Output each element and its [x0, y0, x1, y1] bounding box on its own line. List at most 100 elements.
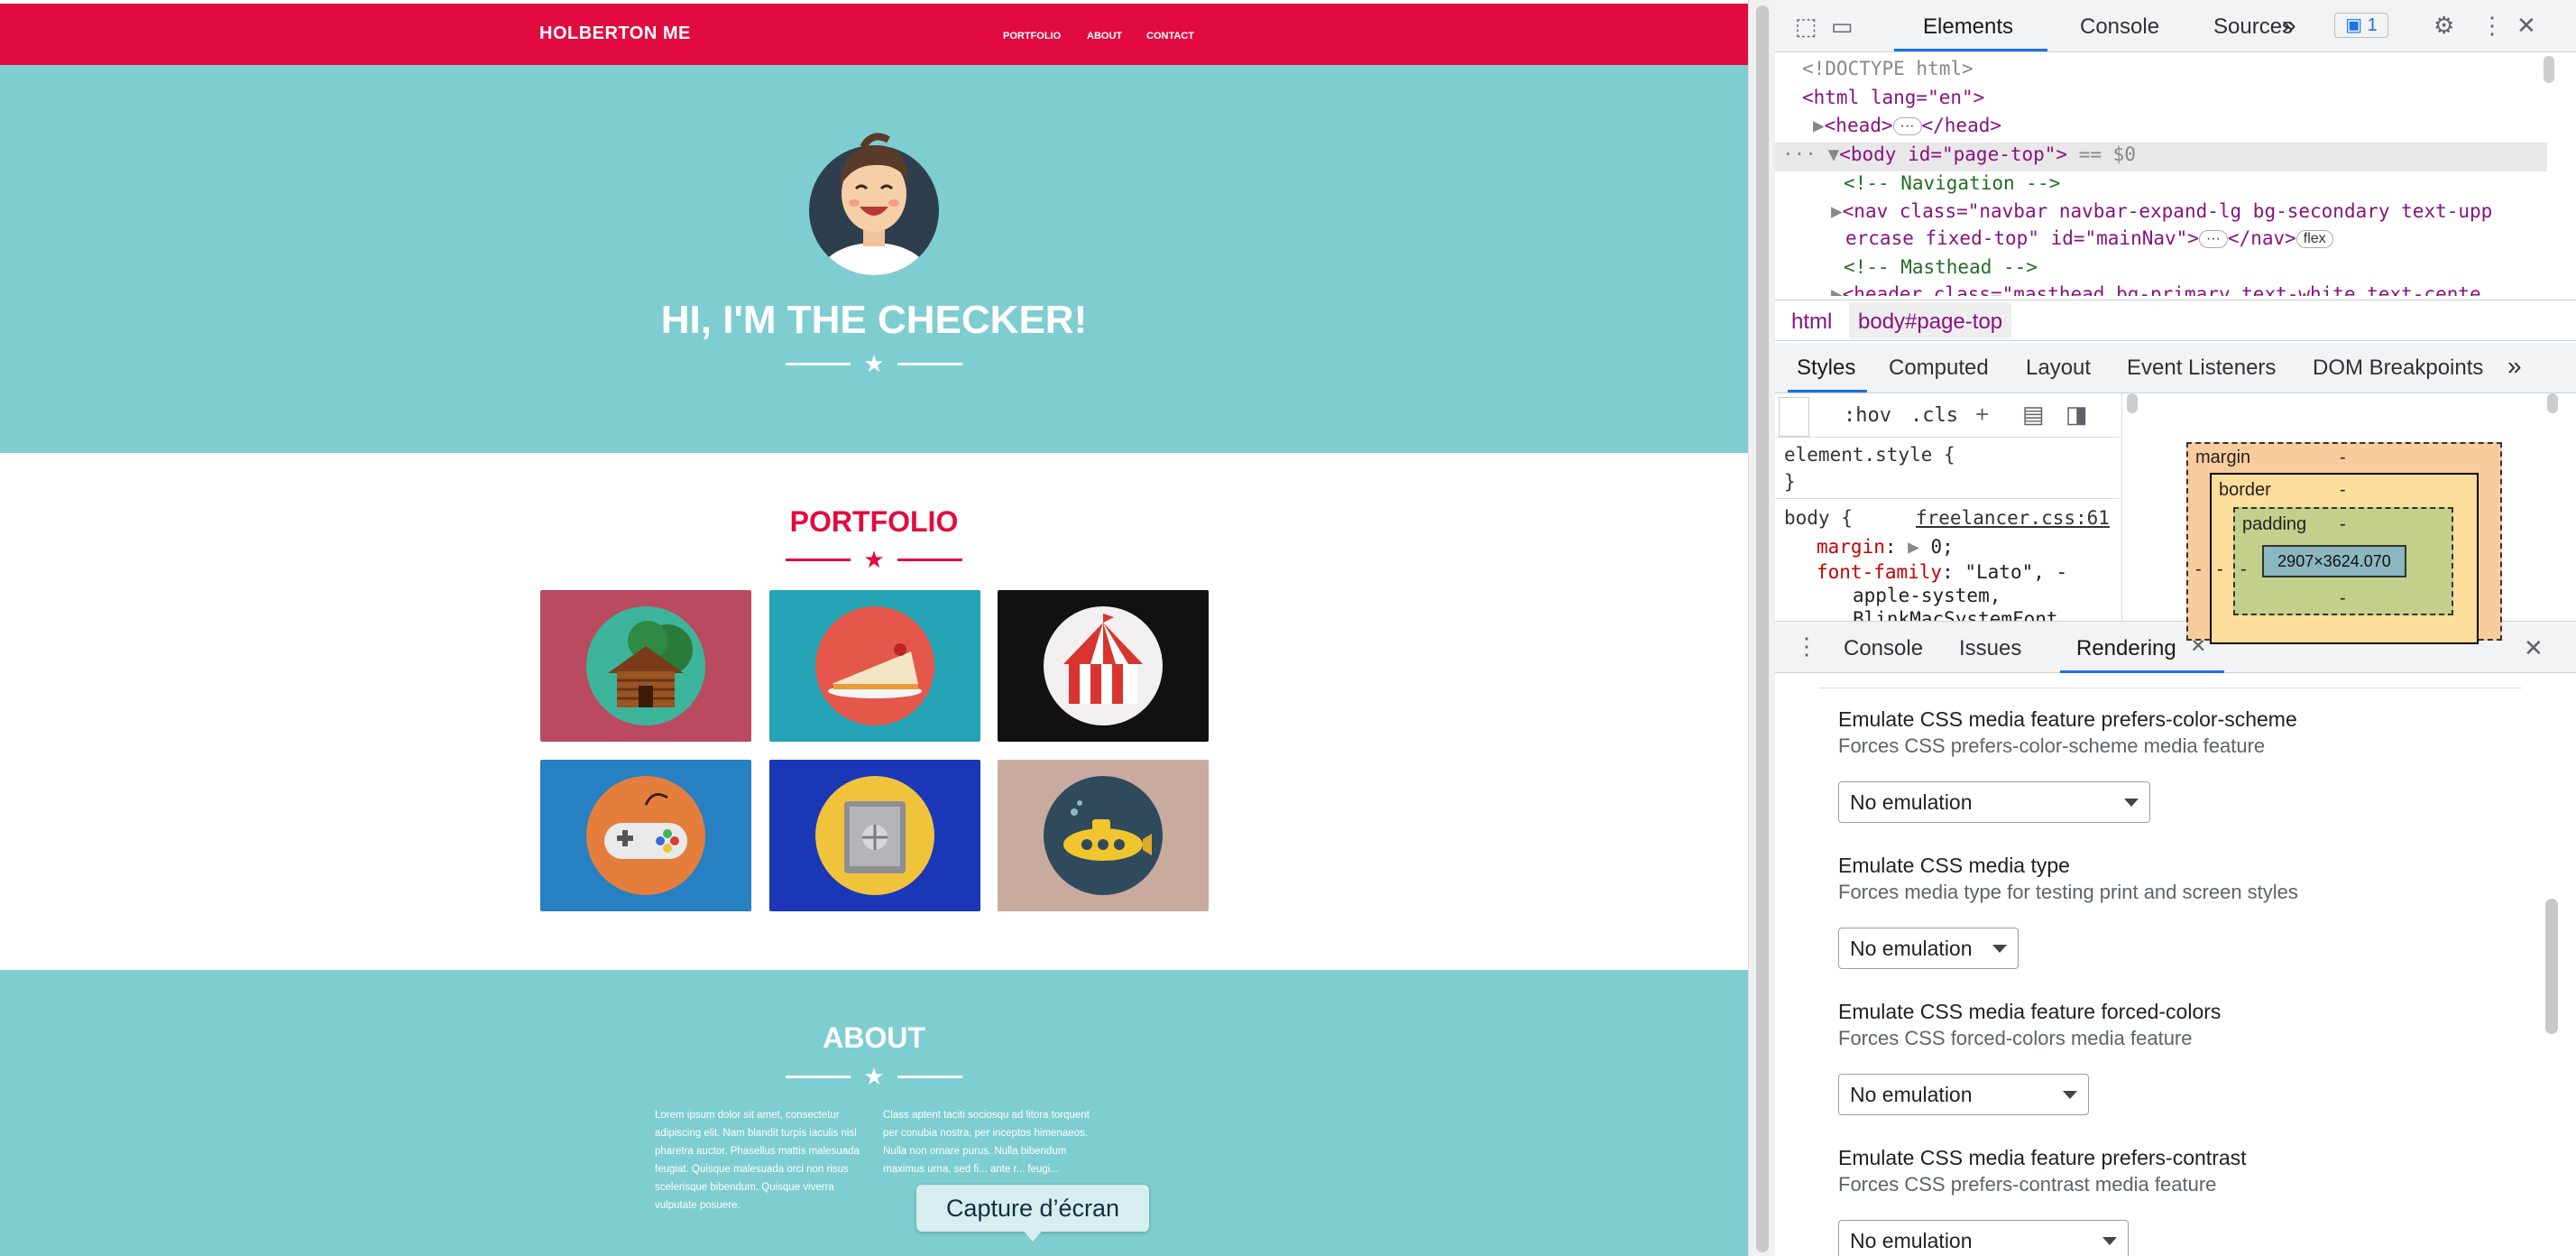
device-toolbar-icon[interactable]: ▭ [1831, 14, 1854, 38]
chevron-down-icon [1992, 945, 2007, 953]
tab-computed[interactable]: Computed [1889, 356, 1989, 381]
chevron-down-icon [2063, 1091, 2077, 1099]
website-viewport: HOLBERTON ME PORTFOLIO ABOUT CONTACT HI,… [0, 0, 1748, 1256]
rule-close-brace: } [1784, 471, 1796, 493]
star-icon: ★ [863, 350, 885, 377]
settings-gear-icon[interactable]: ⚙ [2433, 14, 2454, 37]
hov-toggle[interactable]: :hov [1844, 404, 1891, 427]
setting-title-color-scheme: Emulate CSS media feature prefers-color-… [1838, 707, 2297, 731]
boxmodel-scrollbar[interactable] [2547, 393, 2558, 413]
box-model-margin-label: margin [2195, 448, 2251, 467]
tab-styles[interactable]: Styles [1797, 356, 1855, 381]
box-model-content: 2907×3624.070 [2262, 545, 2406, 577]
rule-font-family-cont2: BlinkMacSystemFont [1853, 608, 2058, 621]
navbar: HOLBERTON ME PORTFOLIO ABOUT CONTACT [0, 4, 1748, 65]
tab-dom-breakpoints[interactable]: DOM Breakpoints [2313, 356, 2483, 381]
tab-console[interactable]: Console [2080, 14, 2159, 40]
drawer-tab-issues[interactable]: Issues [1959, 636, 2021, 661]
close-drawer-icon[interactable]: ✕ [2524, 636, 2544, 660]
game-controller-icon [586, 776, 705, 895]
setting-sub-media-type: Forces media type for testing print and … [1838, 881, 2298, 903]
breadcrumb: html body#page-top [1775, 300, 2576, 341]
about-divider: ★ [786, 1065, 962, 1088]
breadcrumb-body[interactable]: body#page-top [1849, 302, 2012, 338]
tab-event-listeners[interactable]: Event Listeners [2127, 356, 2276, 381]
setting-title-forced-colors: Emulate CSS media feature forced-colors [1838, 1000, 2222, 1023]
select-forced-colors[interactable]: No emulation [1838, 1074, 2089, 1115]
chevron-down-icon [2124, 799, 2139, 807]
dom-head[interactable]: ▶<head> ··· </head> [1813, 115, 2001, 136]
scrollbar-thumb[interactable] [1756, 5, 1769, 1252]
devtools-toolbar: ⬚ ▭ Elements Console Sources » ▣ 1 ⚙ ⋮ ✕ [1775, 0, 2576, 52]
issues-badge[interactable]: ▣ 1 [2334, 13, 2388, 38]
cls-toggle[interactable]: .cls [1910, 404, 1958, 427]
more-tabs-icon[interactable]: » [2282, 11, 2296, 40]
dom-doctype[interactable]: <!DOCTYPE html> [1802, 58, 1973, 79]
select-contrast[interactable]: No emulation [1838, 1220, 2129, 1256]
portfolio-item-submarine[interactable] [998, 760, 1209, 911]
hero-title: HI, I'M THE CHECKER! [660, 298, 1088, 342]
select-color-scheme[interactable]: No emulation [1838, 781, 2150, 823]
dom-header[interactable]: ▶<header class="masthead bg-primary text… [1831, 283, 2481, 296]
portfolio-item-controller[interactable] [540, 760, 751, 911]
setting-title-media-type: Emulate CSS media type [1838, 854, 2070, 877]
portfolio-item-circus[interactable] [998, 590, 1209, 742]
more-options-icon[interactable]: ⋮ [2480, 14, 2504, 37]
cake-icon [815, 606, 934, 725]
close-icon[interactable]: ✕ [2516, 14, 2536, 37]
drawer-tab-console[interactable]: Console [1844, 636, 1923, 661]
tab-elements[interactable]: Elements [1923, 14, 2013, 40]
more-style-tabs-icon[interactable]: » [2507, 352, 2522, 381]
page-scrollbar[interactable] [1748, 0, 1775, 1256]
portfolio-item-cake[interactable] [769, 590, 980, 742]
select-media-type[interactable]: No emulation [1838, 928, 2019, 969]
portfolio-item-cabin[interactable] [540, 590, 751, 742]
box-model-border-label: border [2219, 480, 2271, 500]
dom-scrollbar[interactable] [2544, 56, 2554, 83]
paint-icon[interactable]: ▤ [2022, 402, 2045, 426]
drawer-tab-rendering[interactable]: Rendering [2076, 636, 2176, 661]
screenshot-tooltip: Capture d’écran [916, 1185, 1149, 1232]
box-model-diagram: margin - - border - - padding - - - 2907… [2186, 442, 2502, 644]
styles-tabbar: Styles Computed Layout Event Listeners D… [1775, 343, 2576, 393]
setting-title-contrast: Emulate CSS media feature prefers-contra… [1838, 1146, 2247, 1169]
dom-header-clip: ▶<header class="masthead bg-primary text… [1831, 283, 2553, 296]
rule-font-family[interactable]: font-family: "Lato", - [1817, 561, 2067, 583]
star-icon: ★ [863, 546, 885, 573]
message-icon: ▣ [2345, 15, 2363, 35]
rule-body-selector[interactable]: body { [1784, 507, 1853, 529]
drawer-menu-icon[interactable]: ⋮ [1795, 634, 1818, 658]
tab-layout[interactable]: Layout [2026, 356, 2091, 381]
new-rule-icon[interactable]: + [1975, 402, 1989, 426]
issues-count: 1 [2367, 15, 2378, 35]
rule-source-link[interactable]: freelancer.css:61 [1916, 507, 2110, 529]
dom-nav[interactable]: ▶<nav class="navbar navbar-expand-lg bg-… [1831, 200, 2492, 222]
breadcrumb-html[interactable]: html [1791, 309, 1832, 335]
dom-nav-cont[interactable]: ercase fixed-top" id="mainNav"> ··· </nav>… [1845, 227, 2333, 249]
inspect-element-icon[interactable]: ⬚ [1795, 14, 1817, 38]
brand-link[interactable]: HOLBERTON ME [539, 23, 691, 44]
tooltip-tail [1022, 1229, 1044, 1242]
dom-comment-masthead[interactable]: <!-- Masthead --> [1844, 256, 2038, 278]
tab-sources[interactable]: Sources [2213, 14, 2293, 40]
circus-tent-icon [1044, 606, 1163, 725]
setting-sub-forced-colors: Forces CSS forced-colors media feature [1838, 1027, 2193, 1049]
chevron-down-icon [2102, 1237, 2117, 1245]
rule-element-style[interactable]: element.style { [1784, 444, 1955, 466]
setting-sub-contrast: Forces CSS prefers-contrast media featur… [1838, 1173, 2217, 1196]
nav-link-portfolio[interactable]: PORTFOLIO [1003, 31, 1061, 42]
cabin-icon [586, 606, 705, 725]
rendering-scrollbar[interactable] [2545, 899, 2558, 1034]
filter-input[interactable] [1779, 397, 1809, 437]
portfolio-item-safe[interactable] [769, 760, 980, 911]
nav-link-contact[interactable]: CONTACT [1146, 31, 1194, 42]
avatar [809, 133, 939, 275]
dom-comment-nav[interactable]: <!-- Navigation --> [1844, 172, 2060, 194]
dom-html[interactable]: <html lang="en"> [1802, 87, 1984, 108]
styles-scrollbar[interactable] [2127, 393, 2138, 413]
setting-sub-color-scheme: Forces CSS prefers-color-scheme media fe… [1838, 734, 2266, 757]
nav-link-about[interactable]: ABOUT [1087, 31, 1122, 42]
rule-margin[interactable]: margin: ▶ 0; [1817, 536, 1954, 558]
dom-body[interactable]: ··· ▼<body id="page-top"> == $0 [1782, 143, 2136, 165]
sidebar-toggle-icon[interactable]: ◨ [2065, 402, 2088, 426]
